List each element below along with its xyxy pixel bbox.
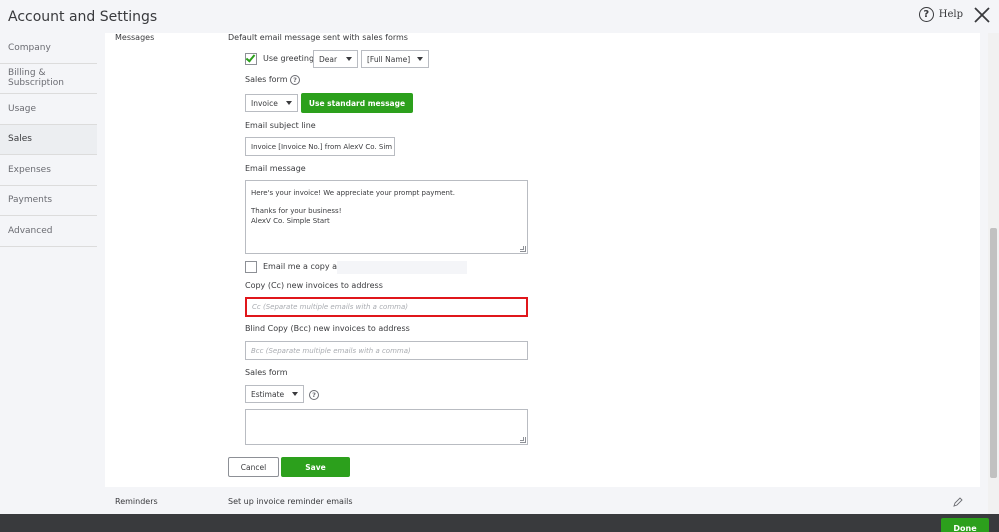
sales-form2-select[interactable]: Estimate — [245, 385, 304, 403]
cancel-button[interactable]: Cancel — [228, 457, 279, 477]
sidebar-item-sales[interactable]: Sales — [0, 124, 97, 155]
use-greeting-checkbox[interactable] — [245, 52, 257, 65]
name-select-value: [Full Name] — [367, 54, 411, 64]
scrollbar-thumb[interactable] — [990, 228, 997, 478]
sidebar-item-label: Company — [8, 42, 51, 53]
question-icon: ? — [918, 7, 934, 22]
bcc-input[interactable]: Bcc (Separate multiple emails with a com… — [245, 341, 528, 360]
use-greeting-label: Use greeting — [263, 54, 315, 63]
scrollbar[interactable] — [988, 33, 999, 514]
sidebar-item-label: Billing & Subscription — [8, 68, 64, 89]
sidebar-item-label: Expenses — [8, 164, 51, 175]
message-line: Here's your invoice! We appreciate your … — [251, 189, 455, 197]
help-label: Help — [938, 9, 963, 20]
sidebar-item-label: Sales — [8, 134, 32, 145]
sidebar-item-label: Payments — [8, 195, 53, 206]
greeting-select-value: Dear — [319, 54, 338, 64]
help-button[interactable]: ? Help — [918, 7, 963, 22]
done-button[interactable]: Done — [941, 518, 989, 532]
use-standard-message-button[interactable]: Use standard message — [301, 93, 413, 113]
messages-section-label: Messages — [115, 33, 155, 42]
sales-form2-textarea[interactable] — [245, 409, 528, 445]
sidebar-item-label: Usage — [8, 103, 37, 114]
email-address-field — [337, 261, 467, 274]
reminders-row[interactable]: Reminders Set up invoice reminder emails — [105, 489, 980, 514]
reminders-section-label: Reminders — [115, 497, 158, 506]
sidebar-item-payments[interactable]: Payments — [0, 186, 97, 216]
caret-down-icon — [346, 57, 352, 61]
sales-form-select[interactable]: Invoice — [245, 94, 298, 112]
sidebar-item-usage[interactable]: Usage — [0, 94, 97, 125]
caret-down-icon — [292, 392, 298, 396]
sidebar-item-advanced[interactable]: Advanced — [0, 216, 97, 247]
resize-handle-icon[interactable] — [520, 246, 526, 252]
info-icon[interactable]: ? — [290, 75, 300, 85]
caret-down-icon — [417, 57, 423, 61]
name-select[interactable]: [Full Name] — [361, 50, 429, 68]
message-line: Thanks for your business! — [251, 207, 342, 216]
bcc-label: Blind Copy (Bcc) new invoices to address — [245, 324, 410, 333]
email-copy-label: Email me a copy at — [263, 262, 341, 271]
checkmark-icon — [245, 52, 256, 63]
sales-form2-label: Sales form — [245, 368, 288, 377]
cc-label: Copy (Cc) new invoices to address — [245, 281, 383, 290]
resize-handle-icon[interactable] — [520, 437, 526, 443]
settings-sidebar: Company Billing & Subscription Usage Sal… — [0, 33, 97, 514]
cc-input[interactable]: Cc (Separate multiple emails with a comm… — [245, 297, 528, 317]
reminders-description: Set up invoice reminder emails — [228, 497, 353, 506]
header-bar: Account and Settings ? Help — [0, 0, 999, 33]
sidebar-item-billing[interactable]: Billing & Subscription — [0, 64, 97, 94]
message-textarea[interactable]: Here's your invoice! We appreciate your … — [245, 180, 528, 254]
email-copy-checkbox[interactable] — [245, 261, 257, 273]
subject-input[interactable]: Invoice [Invoice No.] from AlexV Co. Sim — [245, 137, 395, 156]
sales-form-select-value: Invoice — [251, 98, 278, 108]
sales-form2-select-value: Estimate — [251, 389, 285, 399]
messages-description: Default email message sent with sales fo… — [228, 33, 408, 42]
subject-label: Email subject line — [245, 121, 316, 130]
info-icon[interactable]: ? — [309, 390, 319, 400]
sales-form-label: Sales form — [245, 75, 288, 84]
message-line: AlexV Co. Simple Start — [251, 216, 330, 225]
message-label: Email message — [245, 164, 306, 173]
page-title: Account and Settings — [8, 9, 158, 25]
pencil-icon[interactable] — [953, 497, 963, 507]
caret-down-icon — [286, 101, 292, 105]
settings-content: Messages Default email message sent with… — [97, 33, 988, 514]
sidebar-item-expenses[interactable]: Expenses — [0, 155, 97, 186]
sidebar-item-company[interactable]: Company — [0, 33, 97, 64]
save-button[interactable]: Save — [281, 457, 350, 477]
footer-bar: Done — [0, 514, 999, 532]
greeting-select[interactable]: Dear — [313, 50, 358, 68]
sidebar-item-label: Advanced — [8, 225, 53, 236]
messages-panel: Messages Default email message sent with… — [105, 33, 980, 487]
close-icon[interactable] — [973, 6, 991, 24]
